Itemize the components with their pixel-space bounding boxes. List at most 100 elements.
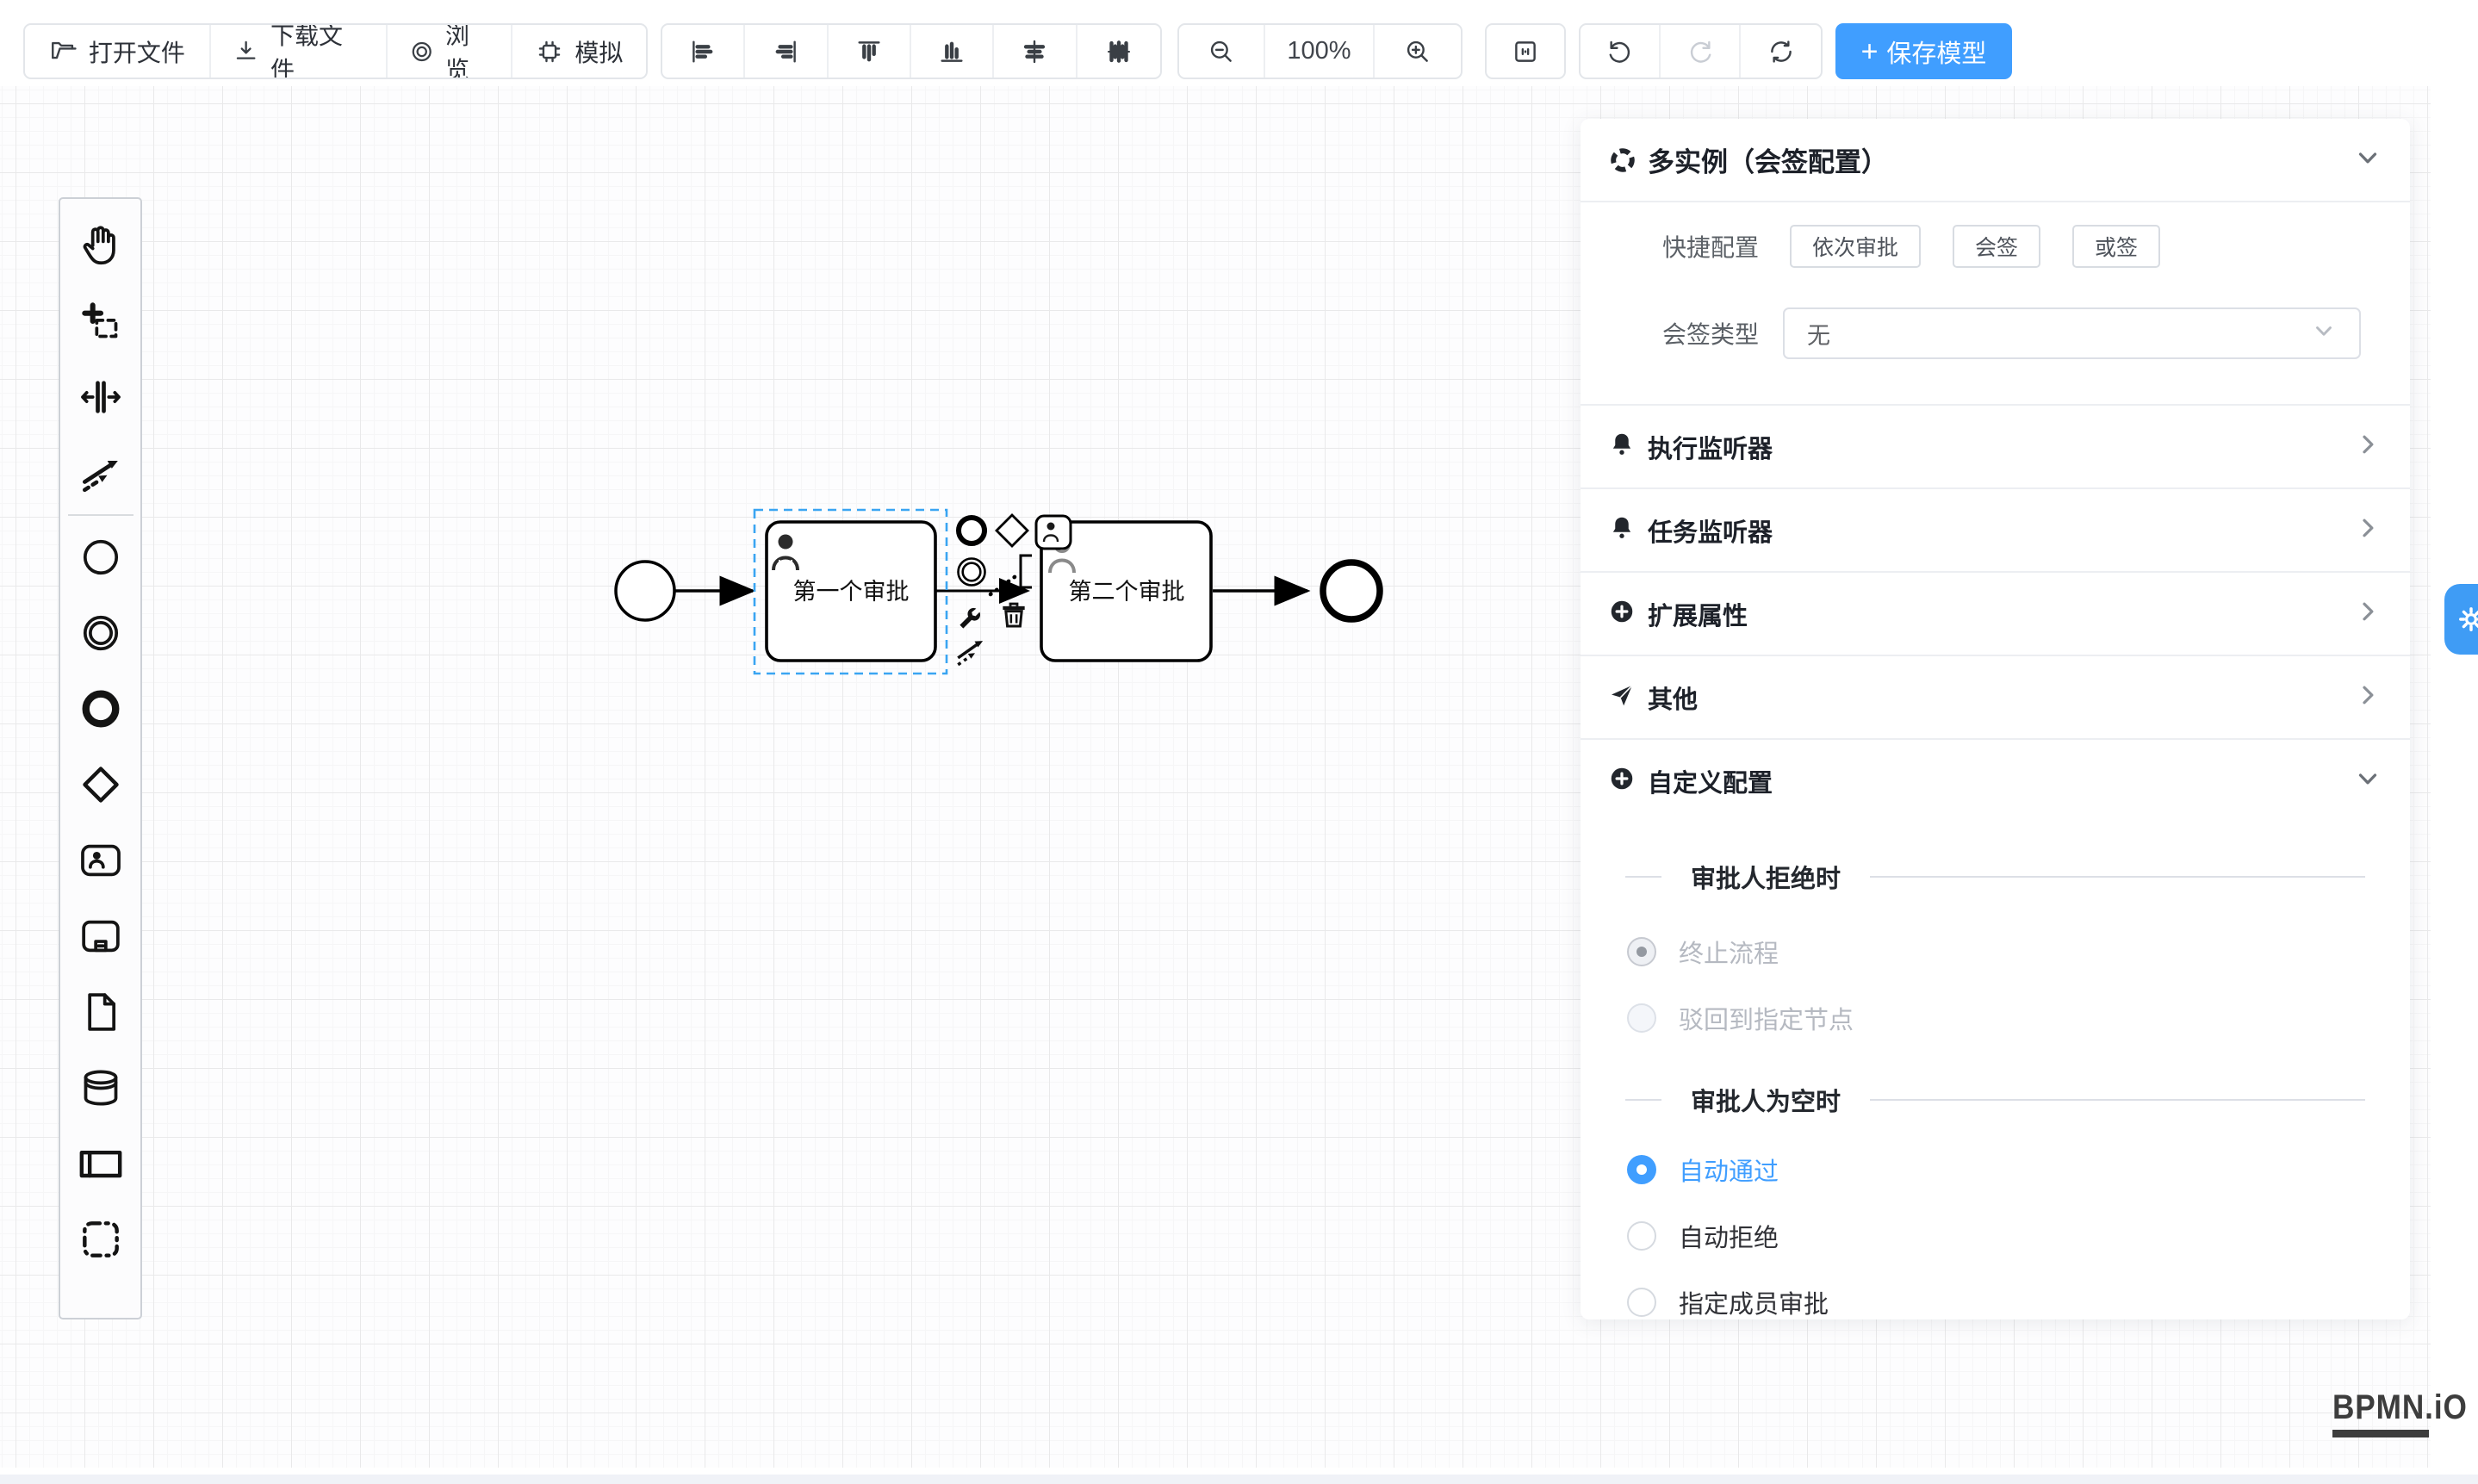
section-extended-attributes[interactable]: 扩展属性	[1581, 573, 2410, 655]
connect-icon[interactable]	[958, 641, 983, 665]
simulate-label: 模拟	[574, 34, 623, 69]
quick-option-countersign[interactable]: 会签	[1953, 225, 2040, 268]
align-bottom-button[interactable]	[911, 25, 994, 78]
undo-button[interactable]	[1581, 25, 1661, 78]
hand-tool[interactable]	[63, 208, 139, 283]
align-center-horizontal-button[interactable]	[994, 25, 1077, 78]
settings-side-tab[interactable]	[2444, 584, 2478, 655]
append-user-task-icon[interactable]	[1036, 516, 1071, 549]
data-store-icon	[77, 1064, 125, 1112]
append-end-event-icon[interactable]	[959, 518, 984, 543]
start-event[interactable]	[616, 562, 674, 620]
quick-config-row: 快捷配置 依次审批 会签 或签	[1581, 225, 2410, 268]
approver-empty-title: 审批人为空时	[1691, 1082, 1841, 1118]
create-data-store[interactable]	[63, 1050, 139, 1126]
radio-label: 终止流程	[1679, 934, 1779, 970]
section-label: 其他	[1648, 680, 1698, 716]
chevron-right-icon	[2353, 680, 2382, 714]
section-other[interactable]: 其他	[1581, 656, 2410, 738]
distribute-vertical-icon	[1104, 37, 1133, 66]
radio-icon	[1627, 1288, 1656, 1317]
trash-icon[interactable]	[1003, 604, 1024, 626]
wrench-icon[interactable]	[960, 608, 980, 629]
zoom-in-button[interactable]	[1375, 25, 1461, 78]
send-icon	[1608, 681, 1636, 713]
intermediate-event-icon	[77, 609, 125, 657]
download-file-button[interactable]: 下载文件	[211, 25, 388, 78]
create-data-object[interactable]	[63, 974, 139, 1050]
approver-empty-title-row: 审批人为空时	[1581, 1074, 2410, 1126]
download-file-label: 下载文件	[270, 23, 365, 79]
approver-reject-title-row: 审批人拒绝时	[1581, 851, 2410, 903]
create-user-task[interactable]	[63, 823, 139, 898]
create-end-event[interactable]	[63, 671, 139, 747]
chevron-right-icon	[2353, 430, 2382, 463]
fit-viewport-button[interactable]	[1487, 25, 1564, 78]
save-model-button[interactable]: + 保存模型	[1835, 23, 2012, 79]
radio-label: 自动通过	[1679, 1152, 1779, 1188]
append-gateway-icon[interactable]	[997, 515, 1028, 546]
open-file-button[interactable]: 打开文件	[25, 25, 211, 78]
toolbar: 打开文件 下载文件 浏览 模拟	[23, 23, 2012, 79]
multi-instance-header[interactable]: 多实例（会签配置）	[1581, 119, 2410, 201]
create-intermediate-event[interactable]	[63, 595, 139, 671]
sign-type-select[interactable]: 无	[1783, 307, 2361, 359]
history-group	[1579, 23, 1823, 79]
quick-option-orsign[interactable]: 或签	[2072, 225, 2160, 268]
create-gateway[interactable]	[63, 747, 139, 823]
lasso-tool[interactable]	[63, 283, 139, 359]
create-group[interactable]	[63, 1201, 139, 1277]
preview-button[interactable]: 浏览	[388, 25, 512, 78]
end-event[interactable]	[1323, 562, 1380, 619]
radio-selected-icon	[1627, 1155, 1656, 1184]
align-top-button[interactable]	[829, 25, 911, 78]
chevron-down-icon	[2311, 318, 2337, 350]
fit-viewport-icon	[1511, 37, 1540, 66]
create-subprocess[interactable]	[63, 898, 139, 974]
zoom-level: 100%	[1265, 25, 1375, 78]
align-left-button[interactable]	[662, 25, 745, 78]
zoom-out-button[interactable]	[1179, 25, 1265, 78]
bpmn-io-logo[interactable]: BPMN.iO	[2332, 1388, 2478, 1437]
quick-option-sequential[interactable]: 依次审批	[1790, 225, 1921, 268]
global-connect-tool[interactable]	[63, 435, 139, 511]
gear-icon	[2455, 603, 2478, 636]
section-task-listener[interactable]: 任务监听器	[1581, 489, 2410, 571]
section-custom-config[interactable]: 自定义配置	[1581, 740, 2410, 822]
distribute-vertical-button[interactable]	[1078, 25, 1160, 78]
approver-reject-title: 审批人拒绝时	[1691, 859, 1841, 895]
radio-auto-pass[interactable]: 自动通过	[1581, 1136, 2410, 1202]
sign-type-value: 无	[1807, 317, 1830, 351]
sign-type-label: 会签类型	[1581, 316, 1759, 351]
divider-line	[1870, 1099, 2365, 1101]
divider-line	[1870, 876, 2365, 878]
append-text-annotation-icon[interactable]	[991, 556, 1032, 594]
radio-terminate-process[interactable]: 终止流程	[1581, 918, 2410, 984]
zoom-level-value: 100%	[1287, 37, 1351, 65]
radio-reject-to-node[interactable]: 驳回到指定节点	[1581, 984, 2410, 1051]
radio-icon	[1627, 1221, 1656, 1251]
task-first-approval[interactable]: 第一个审批	[767, 522, 935, 661]
section-label: 自定义配置	[1648, 763, 1773, 799]
append-intermediate-event-icon[interactable]	[959, 559, 985, 586]
create-participant[interactable]	[63, 1126, 139, 1201]
plus-circle-icon	[1608, 765, 1636, 797]
restart-button[interactable]	[1741, 25, 1821, 78]
user-task-icon	[77, 836, 125, 885]
restart-icon	[1767, 37, 1796, 66]
create-start-event[interactable]	[63, 519, 139, 595]
bpmn-io-logo-bar	[2332, 1430, 2429, 1437]
simulate-chip-icon	[535, 37, 564, 66]
quick-option-label: 会签	[1975, 231, 2018, 262]
space-tool[interactable]	[63, 359, 139, 435]
redo-button[interactable]	[1661, 25, 1741, 78]
plus-icon: +	[1861, 37, 1879, 66]
align-right-button[interactable]	[745, 25, 828, 78]
section-execution-listener[interactable]: 执行监听器	[1581, 406, 2410, 487]
simulate-button[interactable]: 模拟	[512, 25, 646, 78]
radio-designated-member[interactable]: 指定成员审批	[1581, 1269, 2410, 1319]
radio-label: 指定成员审批	[1679, 1284, 1829, 1320]
align-center-horizontal-icon	[1020, 37, 1049, 66]
lasso-icon	[77, 297, 125, 345]
radio-auto-reject[interactable]: 自动拒绝	[1581, 1202, 2410, 1269]
